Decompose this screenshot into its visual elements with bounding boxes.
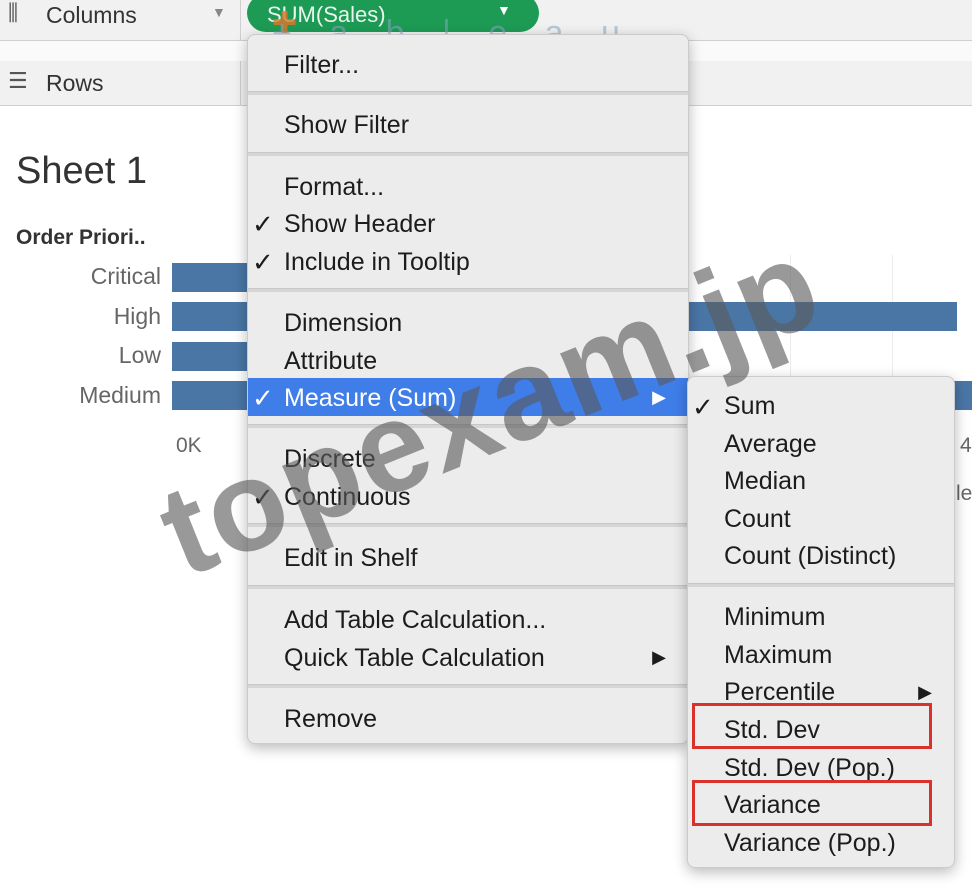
axis-title-fragment: le: [956, 482, 972, 505]
menu-item-format[interactable]: Format...: [248, 167, 688, 205]
menu-item-show-filter[interactable]: Show Filter: [248, 105, 688, 143]
submenu-item-label: Average: [724, 430, 817, 458]
menu-item-label: Format...: [284, 173, 385, 201]
sheet-title: Sheet 1: [16, 150, 147, 192]
columns-icon: ⫼: [8, 0, 19, 25]
submenu-item-label: Minimum: [724, 603, 826, 631]
menu-item-discrete[interactable]: Discrete: [248, 439, 688, 477]
submenu-item-minimum[interactable]: Minimum: [688, 598, 954, 636]
menu-item-edit-in-shelf[interactable]: Edit in Shelf: [248, 538, 688, 576]
menu-item-dimension[interactable]: Dimension: [248, 303, 688, 341]
pill-context-menu: Filter... Show Filter Format... ✓ Show H…: [247, 34, 689, 744]
submenu-item-label: Count (Distinct): [724, 542, 897, 570]
row-label-high: High: [113, 303, 161, 329]
menu-item-filter[interactable]: Filter...: [248, 45, 688, 83]
menu-item-label: Remove: [284, 705, 378, 733]
menu-item-label: Dimension: [284, 309, 403, 337]
menu-item-remove[interactable]: Remove: [248, 699, 688, 737]
submenu-item-label: Std. Dev (Pop.): [724, 754, 895, 782]
menu-item-add-table-calculation[interactable]: Add Table Calculation...: [248, 600, 688, 638]
submenu-item-variance-pop[interactable]: Variance (Pop.): [688, 824, 954, 862]
checkmark-icon: ✓: [252, 482, 274, 512]
checkmark-icon: ✓: [692, 392, 714, 422]
menu-separator: [248, 424, 688, 428]
row-label-medium: Medium: [79, 382, 161, 408]
menu-item-label: Edit in Shelf: [284, 544, 418, 572]
submenu-item-maximum[interactable]: Maximum: [688, 636, 954, 674]
submenu-arrow-icon: ▶: [652, 647, 666, 667]
menu-separator: [248, 91, 688, 95]
submenu-item-median[interactable]: Median: [688, 462, 954, 500]
chevron-down-icon[interactable]: ▼: [212, 4, 226, 20]
menu-item-label: Show Filter: [284, 111, 410, 139]
row-label-low: Low: [118, 342, 161, 368]
submenu-item-label: Median: [724, 467, 806, 495]
menu-separator: [248, 288, 688, 292]
submenu-item-label: Maximum: [724, 641, 833, 669]
variance-highlight-box: [692, 780, 932, 826]
checkmark-icon: ✓: [252, 383, 274, 413]
std-dev-highlight-box: [692, 703, 932, 749]
rows-shelf-label-area: ☰ Rows: [0, 61, 241, 105]
menu-item-label: Show Header: [284, 210, 436, 238]
submenu-item-label: Variance (Pop.): [724, 829, 896, 857]
menu-item-label: Add Table Calculation...: [284, 606, 547, 634]
menu-separator: [688, 583, 954, 587]
menu-item-label: Continuous: [284, 483, 411, 511]
dimension-header: Order Priori..: [16, 226, 146, 249]
submenu-item-count-distinct[interactable]: Count (Distinct): [688, 537, 954, 575]
submenu-arrow-icon: ▶: [652, 387, 666, 407]
axis-tick-4: 4: [960, 434, 972, 457]
menu-item-label: Filter...: [284, 51, 360, 79]
menu-separator: [248, 152, 688, 156]
menu-separator: [248, 585, 688, 589]
axis-tick-0k: 0K: [176, 434, 202, 457]
menu-item-label: Quick Table Calculation: [284, 644, 545, 672]
menu-item-include-in-tooltip[interactable]: ✓ Include in Tooltip: [248, 242, 688, 280]
submenu-item-count[interactable]: Count: [688, 500, 954, 538]
menu-item-continuous[interactable]: ✓ Continuous: [248, 477, 688, 515]
menu-item-measure-sum[interactable]: ✓ Measure (Sum) ▶: [248, 378, 688, 416]
submenu-item-label: Count: [724, 505, 791, 533]
menu-item-label: Discrete: [284, 445, 376, 473]
menu-separator: [248, 684, 688, 688]
submenu-item-average[interactable]: Average: [688, 425, 954, 463]
row-label-critical: Critical: [90, 263, 161, 289]
menu-item-label: Attribute: [284, 347, 378, 375]
submenu-item-label: Sum: [724, 392, 776, 420]
rows-shelf-label: Rows: [46, 70, 104, 96]
rows-icon: ☰: [8, 68, 28, 93]
menu-item-label: Measure (Sum): [284, 384, 457, 412]
menu-item-attribute[interactable]: Attribute: [248, 341, 688, 379]
menu-item-show-header[interactable]: ✓ Show Header: [248, 204, 688, 242]
checkmark-icon: ✓: [252, 247, 274, 277]
columns-shelf-label-area: ⫼ Columns ▼: [0, 0, 241, 40]
menu-item-quick-table-calculation[interactable]: Quick Table Calculation ▶: [248, 638, 688, 676]
submenu-arrow-icon: ▶: [918, 682, 932, 702]
menu-separator: [248, 523, 688, 527]
menu-item-label: Include in Tooltip: [284, 248, 470, 276]
columns-shelf-label: Columns: [46, 2, 137, 28]
checkmark-icon: ✓: [252, 209, 274, 239]
submenu-item-sum[interactable]: ✓ Sum: [688, 387, 954, 425]
